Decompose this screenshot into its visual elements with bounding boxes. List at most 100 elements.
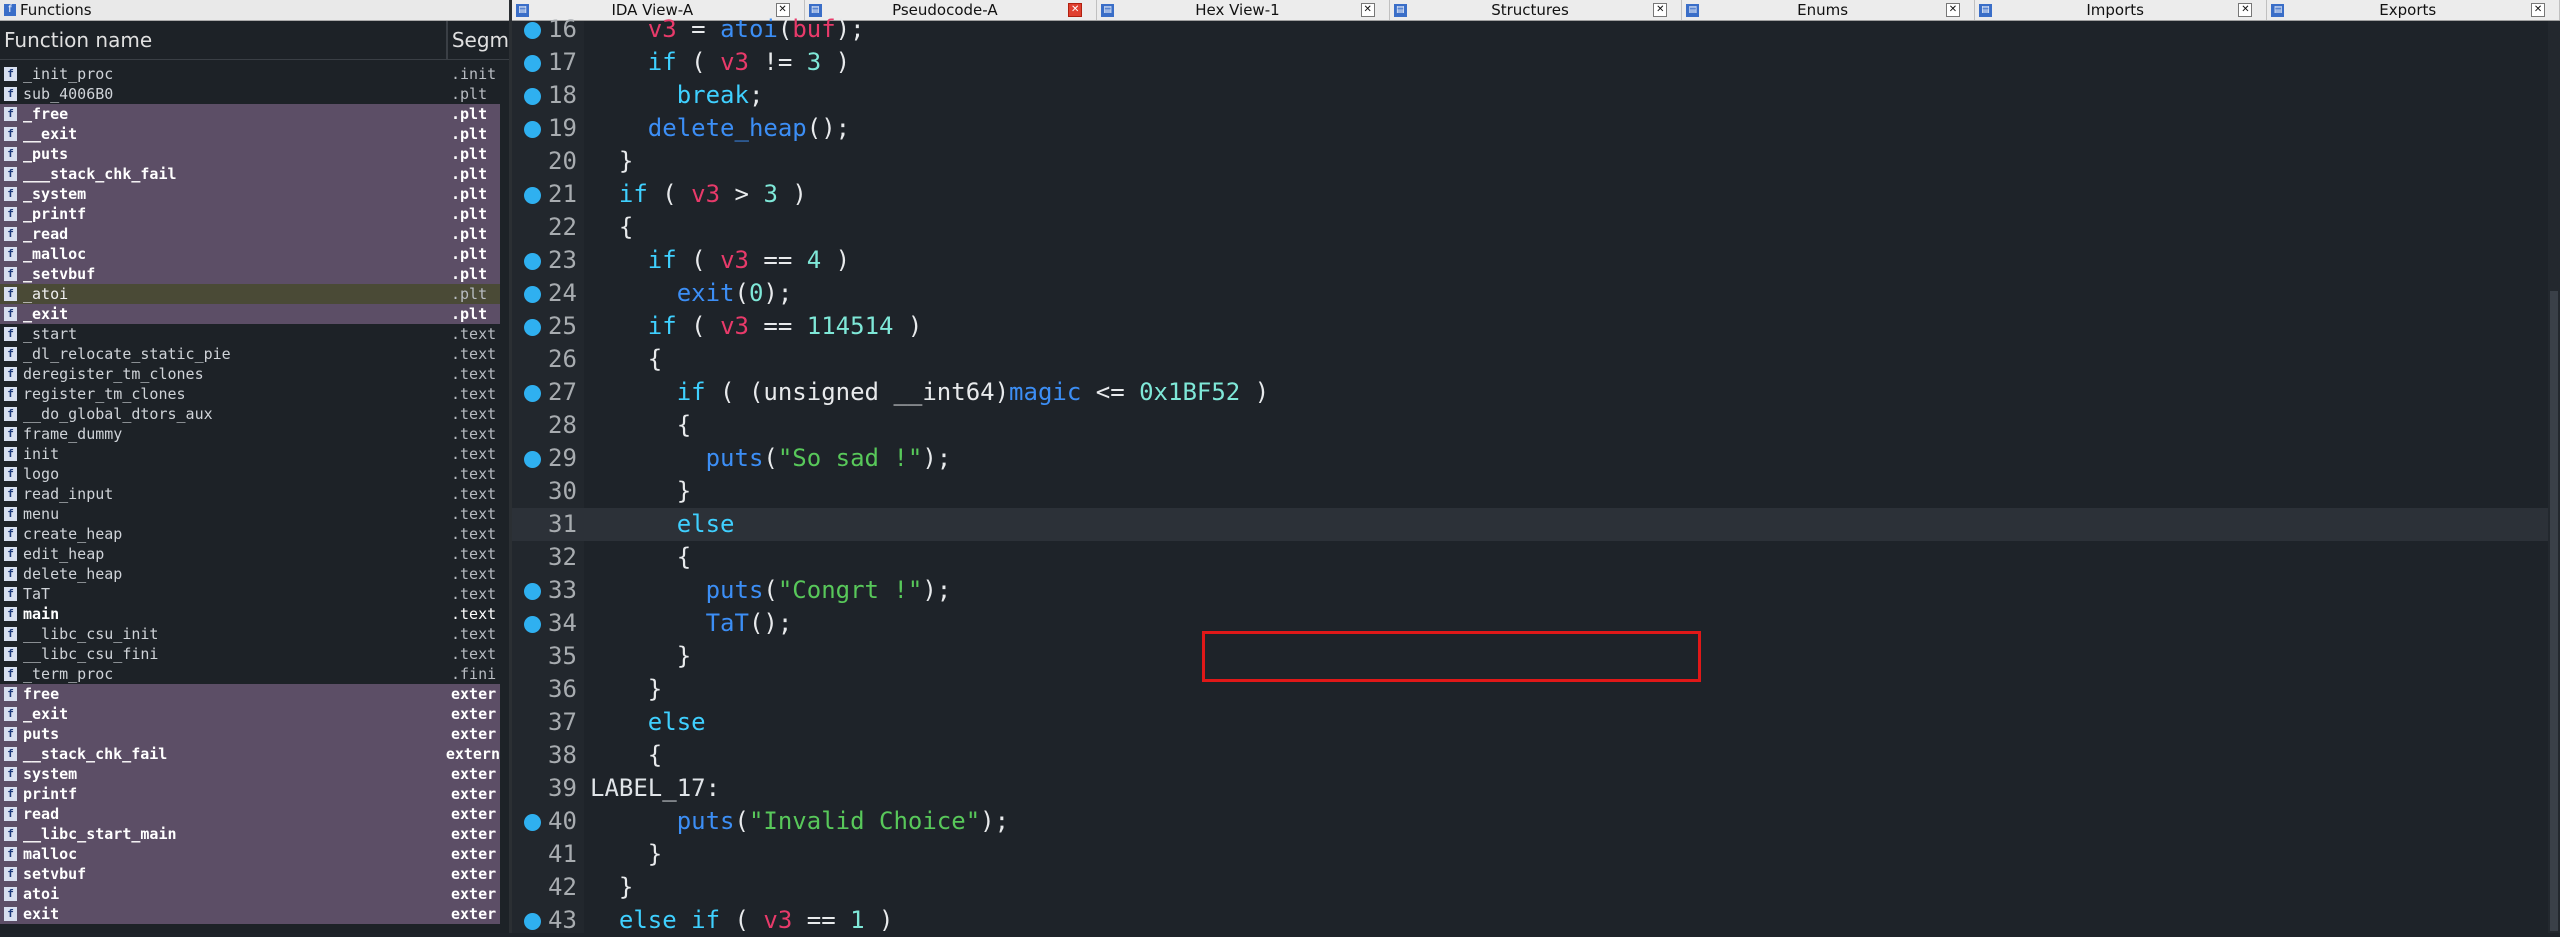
code-line[interactable]: 19 delete_heap(); <box>512 112 2548 145</box>
code-line[interactable]: 17 if ( v3 != 3 ) <box>512 46 2548 79</box>
breakpoint-dot-icon[interactable] <box>524 583 541 600</box>
function-row[interactable]: f _atoi .plt <box>0 284 500 304</box>
function-row[interactable]: f __do_global_dtors_aux .text <box>0 404 500 424</box>
function-row[interactable]: f _free .plt <box>0 104 500 124</box>
function-row[interactable]: f _init_proc .init <box>0 64 500 84</box>
code-line[interactable]: 32 { <box>512 541 2548 574</box>
function-row[interactable]: f puts exter <box>0 724 500 744</box>
function-row[interactable]: f _puts .plt <box>0 144 500 164</box>
breakpoint-dot-icon[interactable] <box>524 451 541 468</box>
function-row[interactable]: f TaT .text <box>0 584 500 604</box>
code-line[interactable]: 25 if ( v3 == 114514 ) <box>512 310 2548 343</box>
breakpoint-dot-icon[interactable] <box>524 616 541 633</box>
code-line[interactable]: 38 { <box>512 739 2548 772</box>
code-line[interactable]: 40 puts("Invalid Choice"); <box>512 805 2548 838</box>
function-row[interactable]: f main .text <box>0 604 500 624</box>
function-row[interactable]: f __libc_start_main exter <box>0 824 500 844</box>
function-icon: f <box>4 227 17 241</box>
function-segment: .text <box>451 485 497 503</box>
breakpoint-dot-icon[interactable] <box>524 913 541 930</box>
function-row[interactable]: f ___stack_chk_fail .plt <box>0 164 500 184</box>
pseudocode-view[interactable]: 16 v3 = atoi(buf); 17 if ( v3 != 3 ) 18 br… <box>512 15 2560 934</box>
breakpoint-dot-icon[interactable] <box>524 22 541 39</box>
column-header-segment[interactable]: Segm <box>448 28 509 52</box>
code-line[interactable]: 22 { <box>512 211 2548 244</box>
function-row[interactable]: f __stack_chk_fail extern <box>0 744 500 764</box>
code-token: break <box>676 81 749 109</box>
code-line[interactable]: 24 exit(0); <box>512 277 2548 310</box>
code-line[interactable]: 37 else <box>512 706 2548 739</box>
code-line[interactable]: 18 break; <box>512 79 2548 112</box>
function-row[interactable]: f __libc_csu_init .text <box>0 624 500 644</box>
code-token: ( <box>720 906 764 934</box>
code-line[interactable]: 16 v3 = atoi(buf); <box>512 13 2548 46</box>
function-row[interactable]: f _term_proc .fini <box>0 664 500 684</box>
code-line[interactable]: 23 if ( v3 == 4 ) <box>512 244 2548 277</box>
function-name: register_tm_clones <box>23 385 186 403</box>
code-line[interactable]: 27 if ( (unsigned __int64)magic <= 0x1BF… <box>512 376 2548 409</box>
code-line[interactable]: 43 else if ( v3 == 1 ) <box>512 904 2548 937</box>
function-row[interactable]: f printf exter <box>0 784 500 804</box>
breakpoint-dot-icon[interactable] <box>524 121 541 138</box>
function-icon: f <box>4 607 17 621</box>
function-row[interactable]: f sub_4006B0 .plt <box>0 84 500 104</box>
functions-panel-titlebar[interactable]: f Functions <box>0 0 509 21</box>
code-line[interactable]: 28 { <box>512 409 2548 442</box>
scrollbar-thumb[interactable] <box>2550 291 2558 931</box>
vertical-scrollbar[interactable] <box>2548 21 2560 933</box>
breakpoint-dot-icon[interactable] <box>524 253 541 270</box>
code-line[interactable]: 42 } <box>512 871 2548 904</box>
function-row[interactable]: f menu .text <box>0 504 500 524</box>
function-row[interactable]: f setvbuf exter <box>0 864 500 884</box>
function-row[interactable]: f malloc exter <box>0 844 500 864</box>
function-row[interactable]: f _exit exter <box>0 704 500 724</box>
function-row[interactable]: f init .text <box>0 444 500 464</box>
function-row[interactable]: f _start .text <box>0 324 500 344</box>
code-line[interactable]: 31 else <box>512 508 2548 541</box>
code-line[interactable]: 21 if ( v3 > 3 ) <box>512 178 2548 211</box>
breakpoint-dot-icon[interactable] <box>524 55 541 72</box>
function-icon: f <box>4 407 17 421</box>
code-line[interactable]: 30 } <box>512 475 2548 508</box>
function-row[interactable]: f logo .text <box>0 464 500 484</box>
function-row[interactable]: f edit_heap .text <box>0 544 500 564</box>
function-row[interactable]: f __exit .plt <box>0 124 500 144</box>
breakpoint-dot-icon[interactable] <box>524 286 541 303</box>
function-row[interactable]: f frame_dummy .text <box>0 424 500 444</box>
breakpoint-dot-icon[interactable] <box>524 385 541 402</box>
function-row[interactable]: f _read .plt <box>0 224 500 244</box>
code-line[interactable]: 39 LABEL_17: <box>512 772 2548 805</box>
function-row[interactable]: f read_input .text <box>0 484 500 504</box>
breakpoint-dot-icon[interactable] <box>524 187 541 204</box>
function-icon: f <box>4 827 17 841</box>
function-row[interactable]: f _system .plt <box>0 184 500 204</box>
function-row[interactable]: f exit exter <box>0 904 500 924</box>
function-row[interactable]: f register_tm_clones .text <box>0 384 500 404</box>
code-line[interactable]: 26 { <box>512 343 2548 376</box>
function-name: create_heap <box>23 525 123 543</box>
breakpoint-dot-icon[interactable] <box>524 319 541 336</box>
breakpoint-dot-icon[interactable] <box>524 88 541 105</box>
function-row[interactable]: f system exter <box>0 764 500 784</box>
code-token: = <box>676 15 721 43</box>
function-row[interactable]: f read exter <box>0 804 500 824</box>
function-row[interactable]: f __libc_csu_fini .text <box>0 644 500 664</box>
function-row[interactable]: f _setvbuf .plt <box>0 264 500 284</box>
column-header-function-name[interactable]: Function name <box>0 28 446 52</box>
function-row[interactable]: f _malloc .plt <box>0 244 500 264</box>
function-row[interactable]: f create_heap .text <box>0 524 500 544</box>
function-row[interactable]: f _dl_relocate_static_pie .text <box>0 344 500 364</box>
code-line[interactable]: 41 } <box>512 838 2548 871</box>
function-row[interactable]: f deregister_tm_clones .text <box>0 364 500 384</box>
function-row[interactable]: f free exter <box>0 684 500 704</box>
code-line[interactable]: 29 puts("So sad !"); <box>512 442 2548 475</box>
function-row[interactable]: f _exit .plt <box>0 304 500 324</box>
function-segment: .text <box>451 505 497 523</box>
functions-panel-title: Functions <box>20 1 92 19</box>
function-row[interactable]: f delete_heap .text <box>0 564 500 584</box>
function-row[interactable]: f atoi exter <box>0 884 500 904</box>
function-row[interactable]: f _printf .plt <box>0 204 500 224</box>
breakpoint-dot-icon[interactable] <box>524 814 541 831</box>
code-line[interactable]: 33 puts("Congrt !"); <box>512 574 2548 607</box>
code-line[interactable]: 20 } <box>512 145 2548 178</box>
